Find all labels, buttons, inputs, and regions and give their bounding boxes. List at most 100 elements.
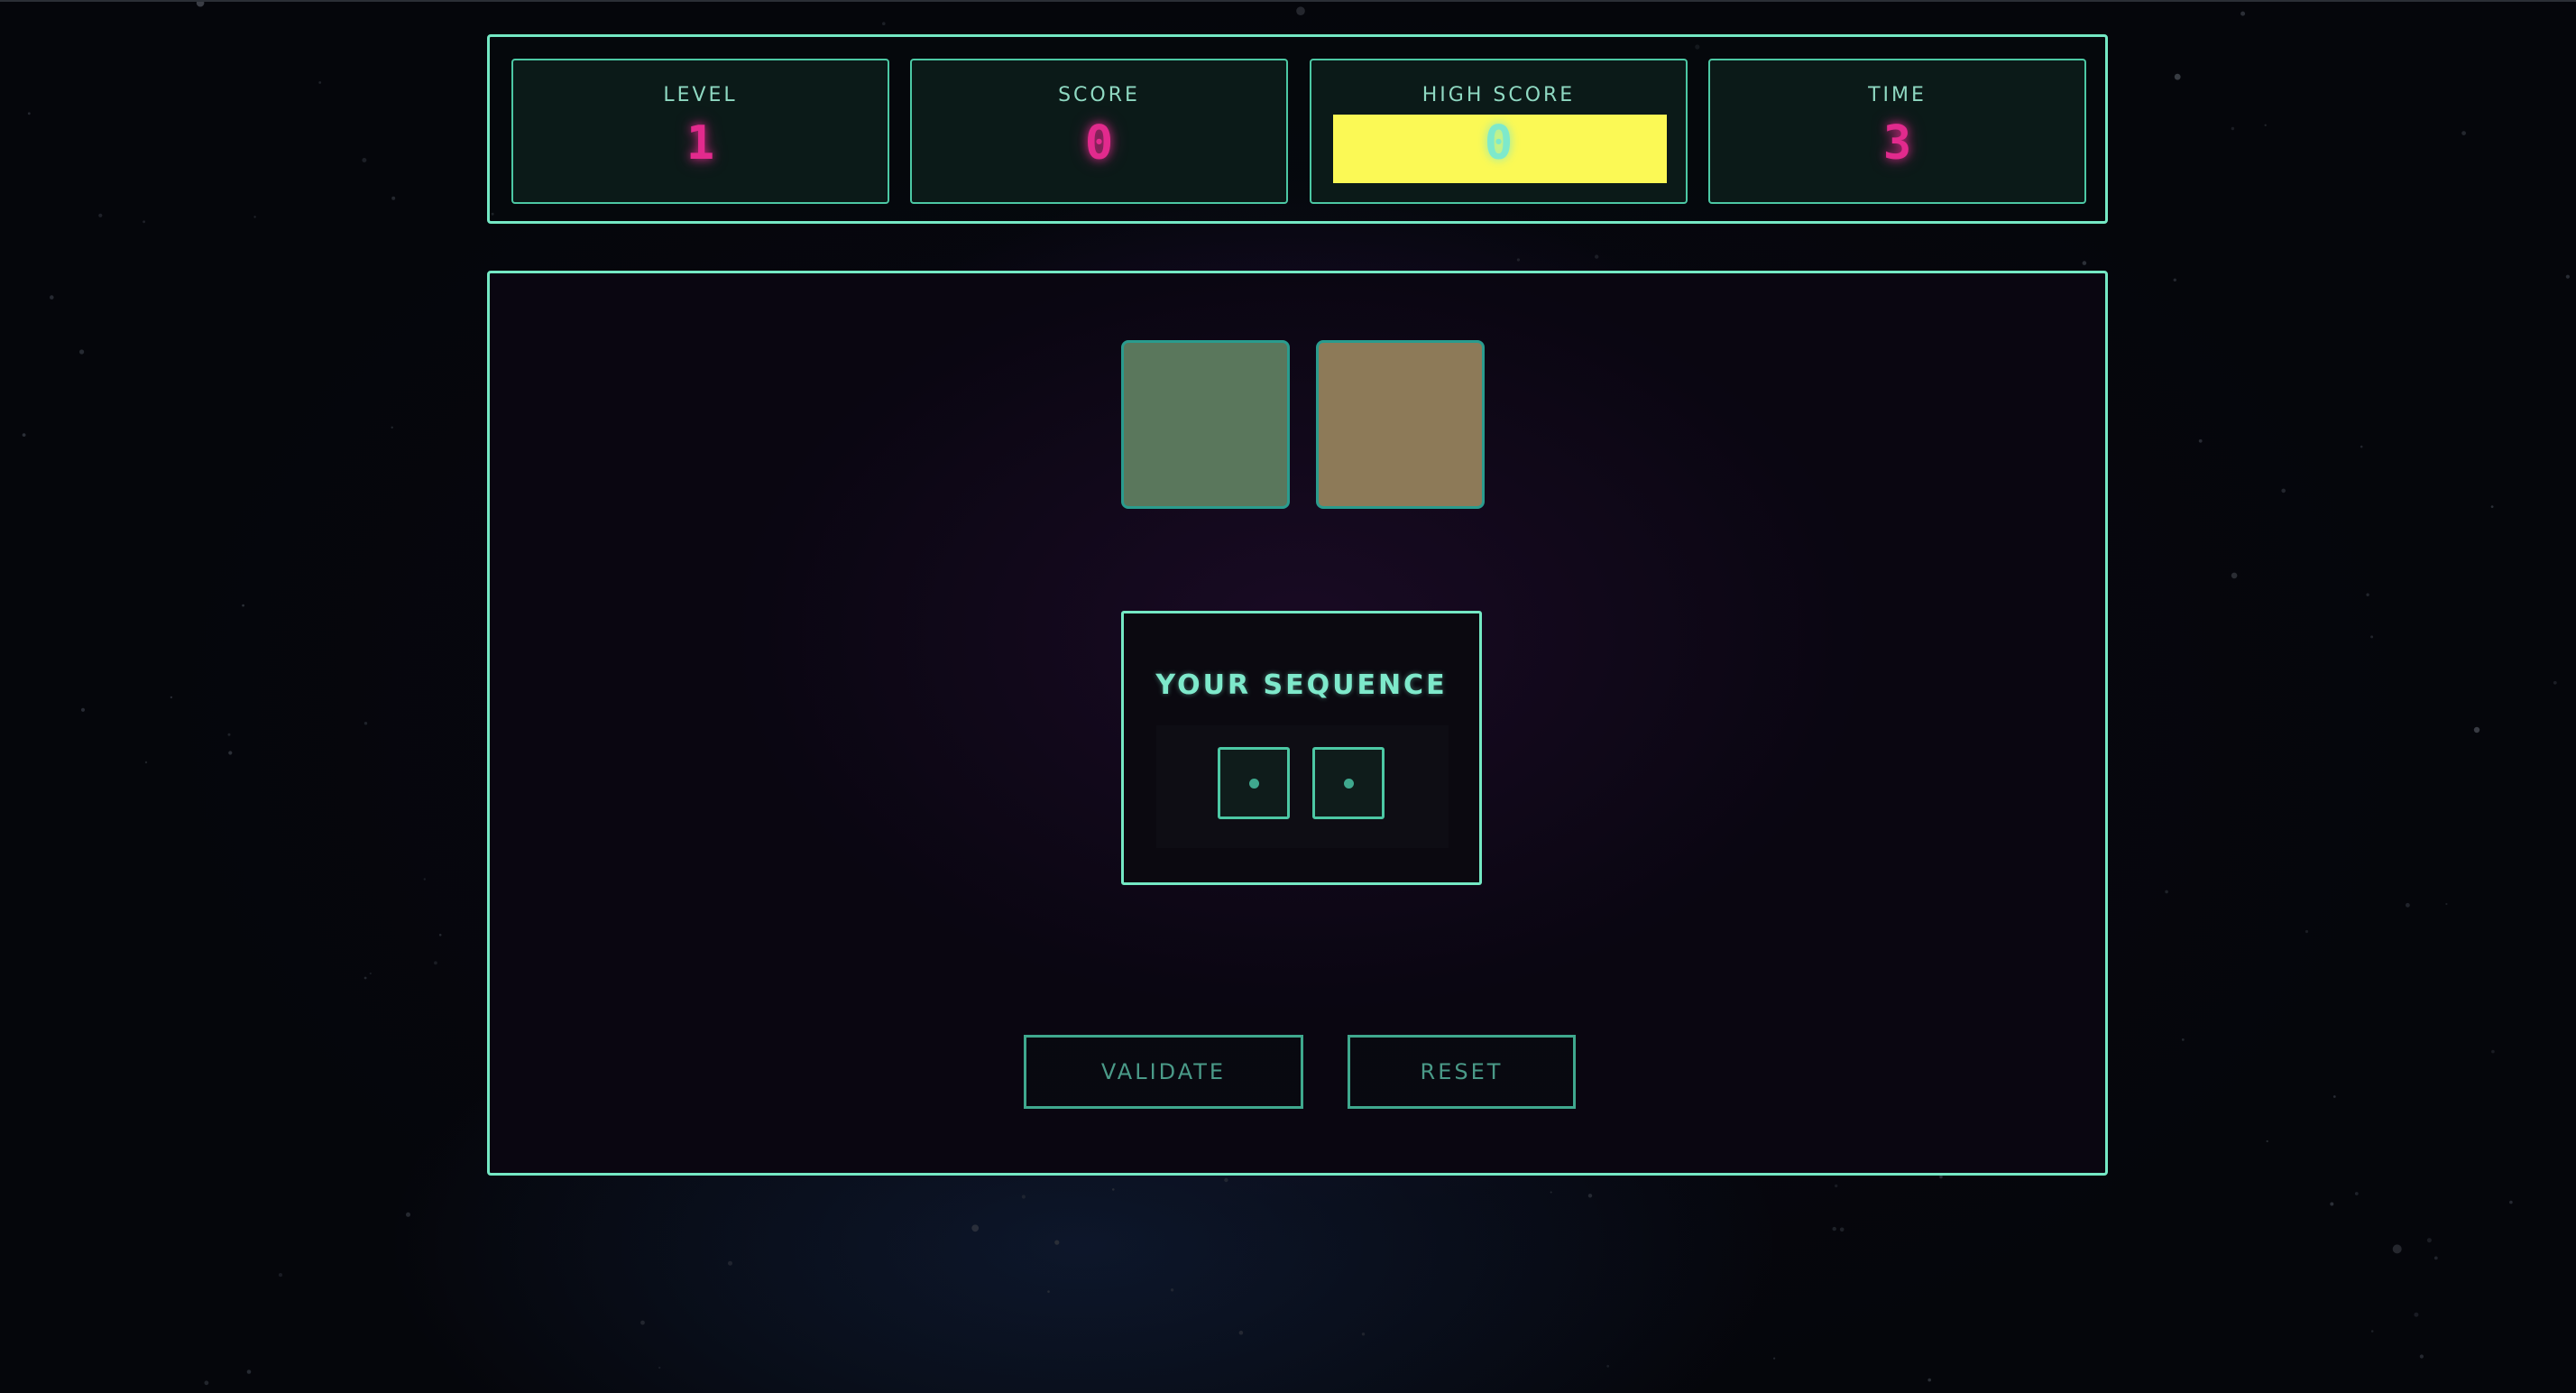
- star: [971, 1224, 980, 1232]
- empty-slot-dot-icon: [1248, 778, 1259, 789]
- star: [80, 707, 86, 712]
- star: [228, 751, 233, 755]
- star: [98, 213, 103, 217]
- star: [227, 733, 231, 736]
- star: [2565, 274, 2570, 279]
- time-label: TIME: [1868, 84, 1927, 106]
- sequence-panel: YOUR SEQUENCE: [1121, 611, 1482, 885]
- star: [2266, 1139, 2268, 1143]
- star: [2231, 572, 2238, 579]
- top-divider: [0, 0, 2576, 2]
- star: [204, 1380, 209, 1386]
- star: [144, 761, 148, 764]
- star: [2553, 680, 2557, 685]
- star: [2264, 124, 2267, 126]
- level-value: 1: [685, 116, 715, 171]
- score-label: SCORE: [1058, 84, 1140, 106]
- star: [2392, 1244, 2402, 1254]
- star: [1047, 1290, 1050, 1293]
- star: [640, 1320, 645, 1325]
- star: [2406, 902, 2410, 908]
- star: [2370, 635, 2374, 639]
- star: [242, 604, 244, 607]
- star: [253, 216, 256, 218]
- star: [363, 722, 368, 725]
- star: [1927, 1378, 1931, 1382]
- sequence-slot: [1218, 747, 1290, 819]
- star: [1773, 1357, 1776, 1360]
- star: [2173, 278, 2176, 281]
- star: [2433, 1256, 2438, 1260]
- star: [1361, 1333, 1366, 1336]
- high-score-value: 0: [1484, 116, 1513, 171]
- game-screen: LEVEL 1 SCORE 0 HIGH SCORE 0 TIME 3 YOUR…: [0, 0, 2576, 1393]
- star: [1170, 1288, 1174, 1292]
- time-value: 3: [1882, 116, 1912, 171]
- star: [143, 220, 146, 224]
- star: [2181, 1038, 2185, 1041]
- star: [1839, 1227, 1845, 1232]
- star: [2165, 890, 2168, 894]
- star: [363, 976, 367, 980]
- star: [2332, 1095, 2336, 1098]
- color-tile-green[interactable]: [1121, 340, 1290, 509]
- star: [362, 158, 367, 162]
- game-board: YOUR SEQUENCE VALIDATE RESET: [487, 271, 2108, 1176]
- star: [438, 934, 442, 936]
- score-stat: SCORE 0: [910, 59, 1288, 204]
- time-stat: TIME 3: [1708, 59, 2086, 204]
- star: [2174, 73, 2181, 80]
- star: [391, 426, 393, 429]
- sequence-title: YOUR SEQUENCE: [1155, 669, 1448, 701]
- star: [1550, 1191, 1552, 1194]
- star: [1835, 1184, 1838, 1188]
- star: [2490, 505, 2494, 508]
- reset-button[interactable]: RESET: [1348, 1035, 1576, 1109]
- star: [2240, 11, 2246, 16]
- star: [1606, 1364, 1610, 1368]
- star: [79, 349, 85, 355]
- star: [50, 295, 54, 300]
- level-label: LEVEL: [663, 84, 738, 106]
- star: [658, 1366, 661, 1370]
- star: [1516, 258, 1520, 262]
- star: [1054, 1240, 1060, 1245]
- star: [246, 1370, 252, 1374]
- star: [1939, 1175, 1943, 1179]
- star: [2509, 1200, 2513, 1204]
- star: [2461, 131, 2467, 136]
- level-stat: LEVEL 1: [511, 59, 889, 204]
- score-value: 0: [1084, 116, 1114, 171]
- star: [1832, 1226, 1836, 1232]
- star: [2419, 1354, 2424, 1359]
- star: [2366, 593, 2369, 596]
- color-tile-tan[interactable]: [1316, 340, 1485, 509]
- star: [1296, 6, 1305, 15]
- star: [2414, 1312, 2419, 1317]
- star: [1587, 1194, 1593, 1198]
- star: [1238, 1330, 1244, 1335]
- star: [278, 1273, 283, 1278]
- star: [423, 878, 426, 881]
- star: [2330, 1202, 2334, 1206]
- validate-button[interactable]: VALIDATE: [1024, 1035, 1303, 1109]
- star: [170, 696, 173, 699]
- star: [2305, 929, 2309, 934]
- sequence-slot: [1312, 747, 1385, 819]
- star: [2281, 488, 2286, 494]
- star: [2082, 261, 2087, 265]
- star: [2473, 726, 2480, 733]
- hud-panel: LEVEL 1 SCORE 0 HIGH SCORE 0 TIME 3: [487, 34, 2108, 224]
- star: [1112, 1188, 1115, 1191]
- star: [406, 1212, 410, 1217]
- star: [2231, 126, 2235, 131]
- star: [2360, 445, 2363, 448]
- star: [1224, 1177, 1228, 1183]
- high-score-label: HIGH SCORE: [1421, 84, 1576, 106]
- star: [2370, 1330, 2374, 1333]
- star: [391, 196, 396, 200]
- sequence-slots: [1156, 725, 1449, 848]
- star: [27, 112, 31, 115]
- star: [1595, 254, 1599, 259]
- star: [318, 81, 322, 84]
